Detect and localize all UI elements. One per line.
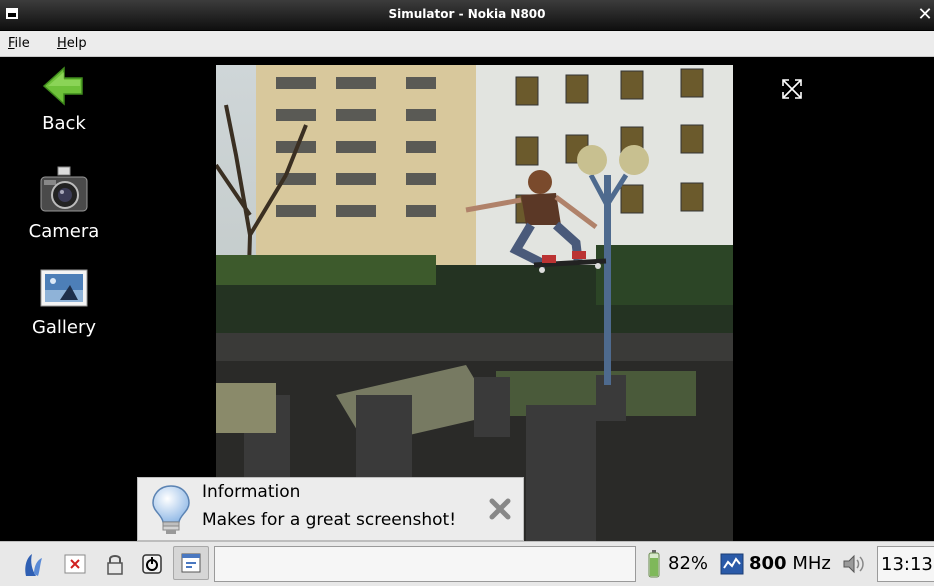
clock[interactable]: 13:13 — [877, 546, 934, 582]
menu-help-label: elp — [66, 36, 87, 51]
taskbar: 82% 800 MHz 13:13 — [0, 541, 934, 586]
menu-file[interactable]: File — [8, 36, 30, 51]
taskbar-app-area[interactable] — [214, 546, 636, 582]
shortcut-gallery[interactable]: Gallery — [0, 267, 128, 338]
cpu-value: 800 — [749, 553, 787, 574]
lightbulb-icon — [152, 485, 190, 534]
desktop: Back Camera Gallery Information Makes fo… — [0, 57, 934, 541]
menubar: File Help — [0, 31, 934, 57]
menu-help-mnemonic: H — [57, 36, 67, 51]
menu-file-label: ile — [14, 36, 30, 51]
battery-percent: 82% — [668, 553, 709, 574]
power-icon[interactable] — [142, 554, 162, 574]
battery-icon — [648, 550, 660, 578]
back-arrow-icon — [42, 66, 83, 106]
window-titlebar[interactable]: Simulator - Nokia N800 ✕ — [0, 0, 934, 31]
volume-icon[interactable] — [842, 554, 864, 574]
banner-message: Makes for a great screenshot! — [202, 510, 457, 530]
fullscreen-icon — [782, 79, 802, 99]
task-switcher-button[interactable] — [173, 546, 209, 580]
close-app-icon[interactable] — [64, 554, 86, 574]
skateboarder-photo — [216, 65, 733, 541]
cpu-unit: MHz — [792, 553, 831, 574]
launcher-icon[interactable] — [22, 552, 44, 578]
menu-help[interactable]: Help — [57, 36, 87, 51]
lock-icon[interactable] — [106, 553, 124, 575]
window-close-button[interactable]: ✕ — [916, 4, 934, 26]
shortcut-back-label: Back — [42, 113, 86, 134]
banner-title: Information — [202, 482, 301, 502]
task-switcher-icon — [181, 553, 201, 573]
window-title: Simulator - Nokia N800 — [388, 7, 546, 21]
photo-viewer-image[interactable] — [216, 65, 733, 541]
camera-icon — [40, 166, 88, 212]
shortcut-camera-label: Camera — [28, 221, 100, 242]
shortcut-back[interactable]: Back — [0, 65, 128, 134]
shortcut-gallery-label: Gallery — [31, 317, 97, 338]
shortcut-camera[interactable]: Camera — [0, 165, 128, 242]
cpu-monitor-icon[interactable] — [720, 553, 744, 575]
banner-close-icon[interactable] — [489, 498, 511, 520]
cpu-frequency: 800 MHz — [749, 553, 831, 574]
information-banner[interactable]: Information Makes for a great screenshot… — [137, 477, 524, 541]
fullscreen-toggle-button[interactable] — [780, 77, 804, 101]
gallery-icon — [40, 269, 88, 307]
